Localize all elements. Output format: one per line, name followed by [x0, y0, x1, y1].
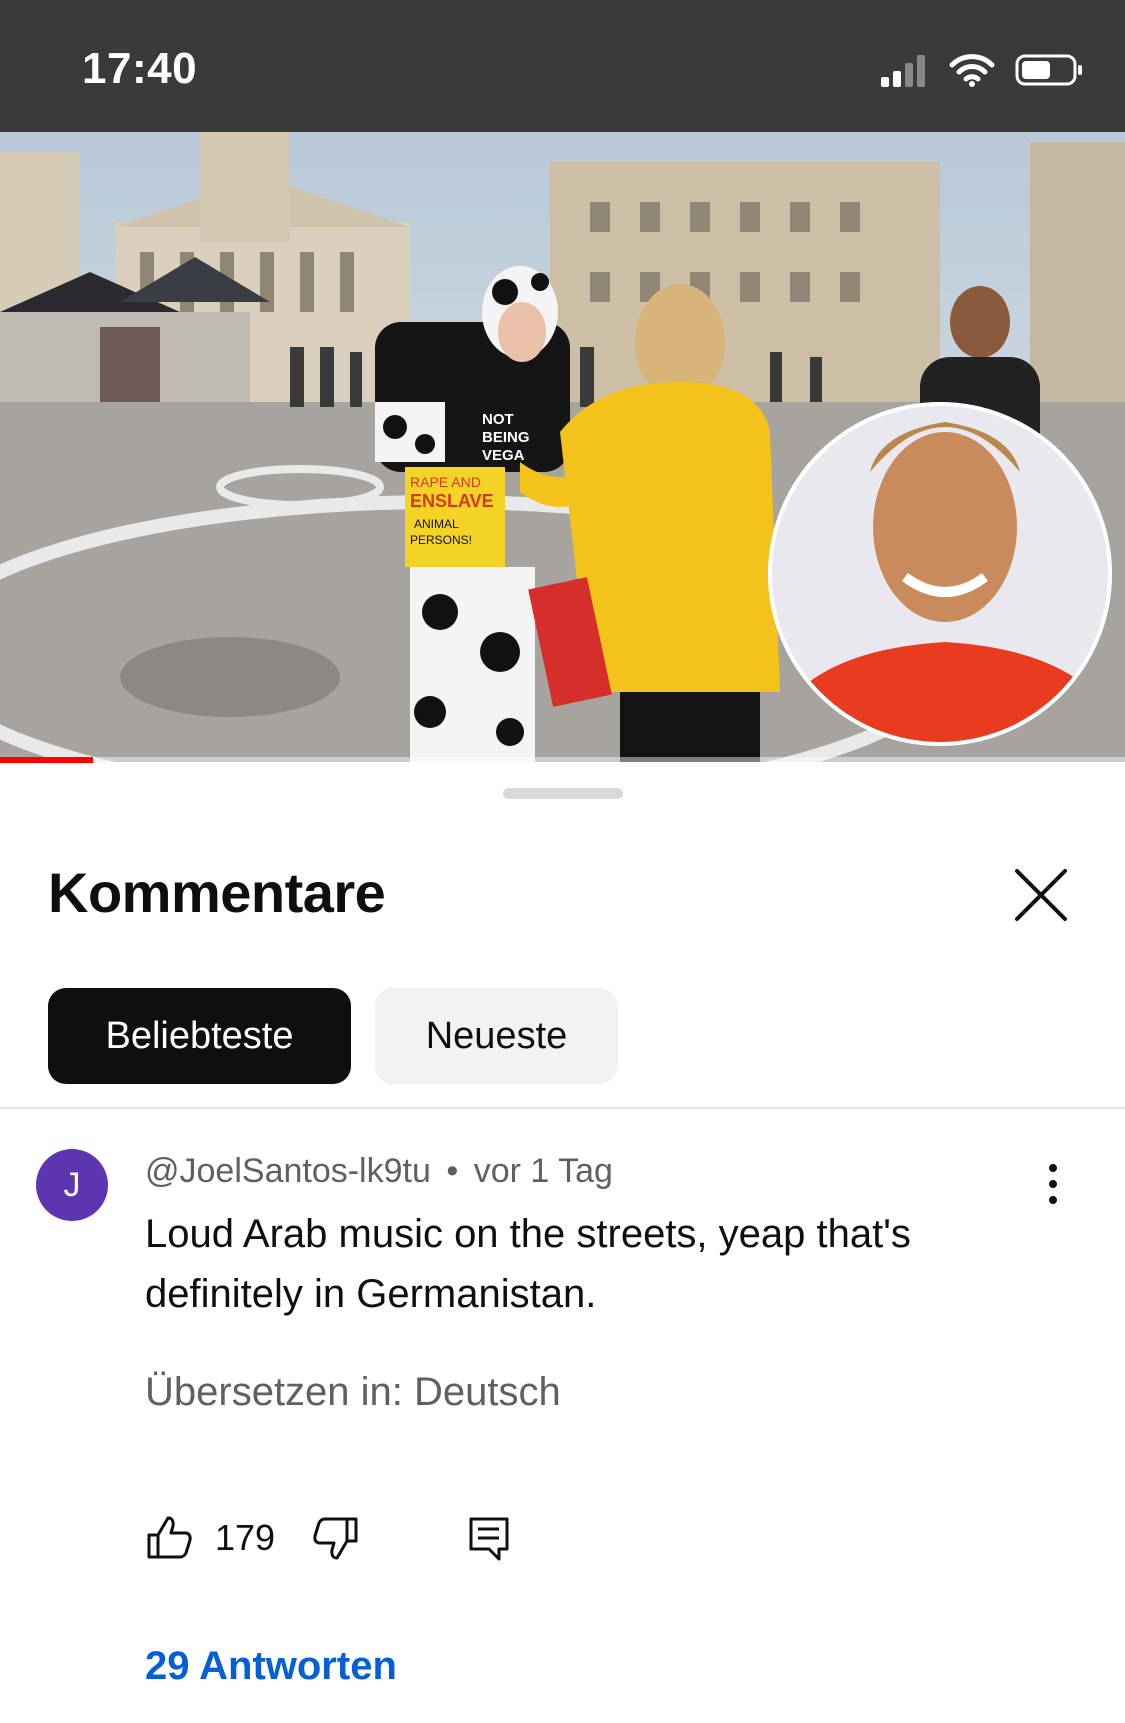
sheet-drag-handle[interactable] [503, 788, 623, 799]
comment-actions: 179 [145, 1508, 509, 1568]
svg-text:ENSLAVE: ENSLAVE [410, 491, 494, 511]
like-count: 179 [215, 1517, 276, 1558]
comment-author[interactable]: @JoelSantos-lk9tu [145, 1152, 431, 1190]
comment-time: vor 1 Tag [473, 1152, 613, 1190]
thumbs-up-icon [147, 1516, 192, 1559]
like-button[interactable] [145, 1513, 195, 1563]
status-time: 17:40 [82, 44, 198, 93]
thumbs-down-icon [313, 1517, 358, 1560]
comment-meta: @JoelSantos-lk9tu • vor 1 Tag [145, 1152, 613, 1191]
svg-text:VEGA: VEGA [482, 447, 525, 464]
filter-chip-newest[interactable]: Neueste [375, 988, 618, 1084]
dislike-button[interactable] [310, 1513, 360, 1563]
svg-text:NOT: NOT [482, 411, 514, 428]
divider [0, 1107, 1125, 1109]
translate-link[interactable]: Übersetzen in: Deutsch [145, 1370, 561, 1415]
status-bar: 17:40 [0, 0, 1125, 132]
sheet-title: Kommentare [48, 861, 386, 924]
comment-text: Loud Arab music on the streets, yeap tha… [145, 1212, 911, 1316]
reply-comment-icon [469, 1517, 509, 1561]
video-frame: NOT BEING VEGA RAPE AND ENSLAVE ANIMAL P… [0, 132, 1125, 762]
avatar[interactable]: J [36, 1149, 108, 1221]
reply-button[interactable] [465, 1513, 515, 1563]
svg-text:ANIMAL: ANIMAL [414, 517, 459, 531]
svg-text:PERSONS!: PERSONS! [410, 533, 472, 547]
svg-text:RAPE AND: RAPE AND [410, 474, 481, 490]
comment-more-button[interactable] [1035, 1154, 1071, 1214]
video-progress-bar[interactable] [0, 757, 1125, 763]
filter-chip-top[interactable]: Beliebteste [48, 988, 351, 1084]
battery-icon [1015, 54, 1082, 86]
close-icon [1015, 869, 1067, 921]
video-player[interactable]: NOT BEING VEGA RAPE AND ENSLAVE ANIMAL P… [0, 132, 1125, 762]
wifi-icon [949, 54, 995, 87]
status-icons [879, 50, 1085, 90]
cellular-signal-icon [881, 55, 925, 87]
close-button[interactable] [1005, 859, 1077, 931]
replies-link[interactable]: 29 Antworten [145, 1644, 397, 1689]
comments-sheet: Kommentare Beliebteste Neueste J @JoelSa… [0, 764, 1125, 1723]
video-progress-fill [0, 757, 94, 763]
more-vertical-icon [1049, 1164, 1057, 1204]
svg-text:BEING: BEING [482, 429, 530, 446]
meta-separator: • [446, 1152, 459, 1190]
